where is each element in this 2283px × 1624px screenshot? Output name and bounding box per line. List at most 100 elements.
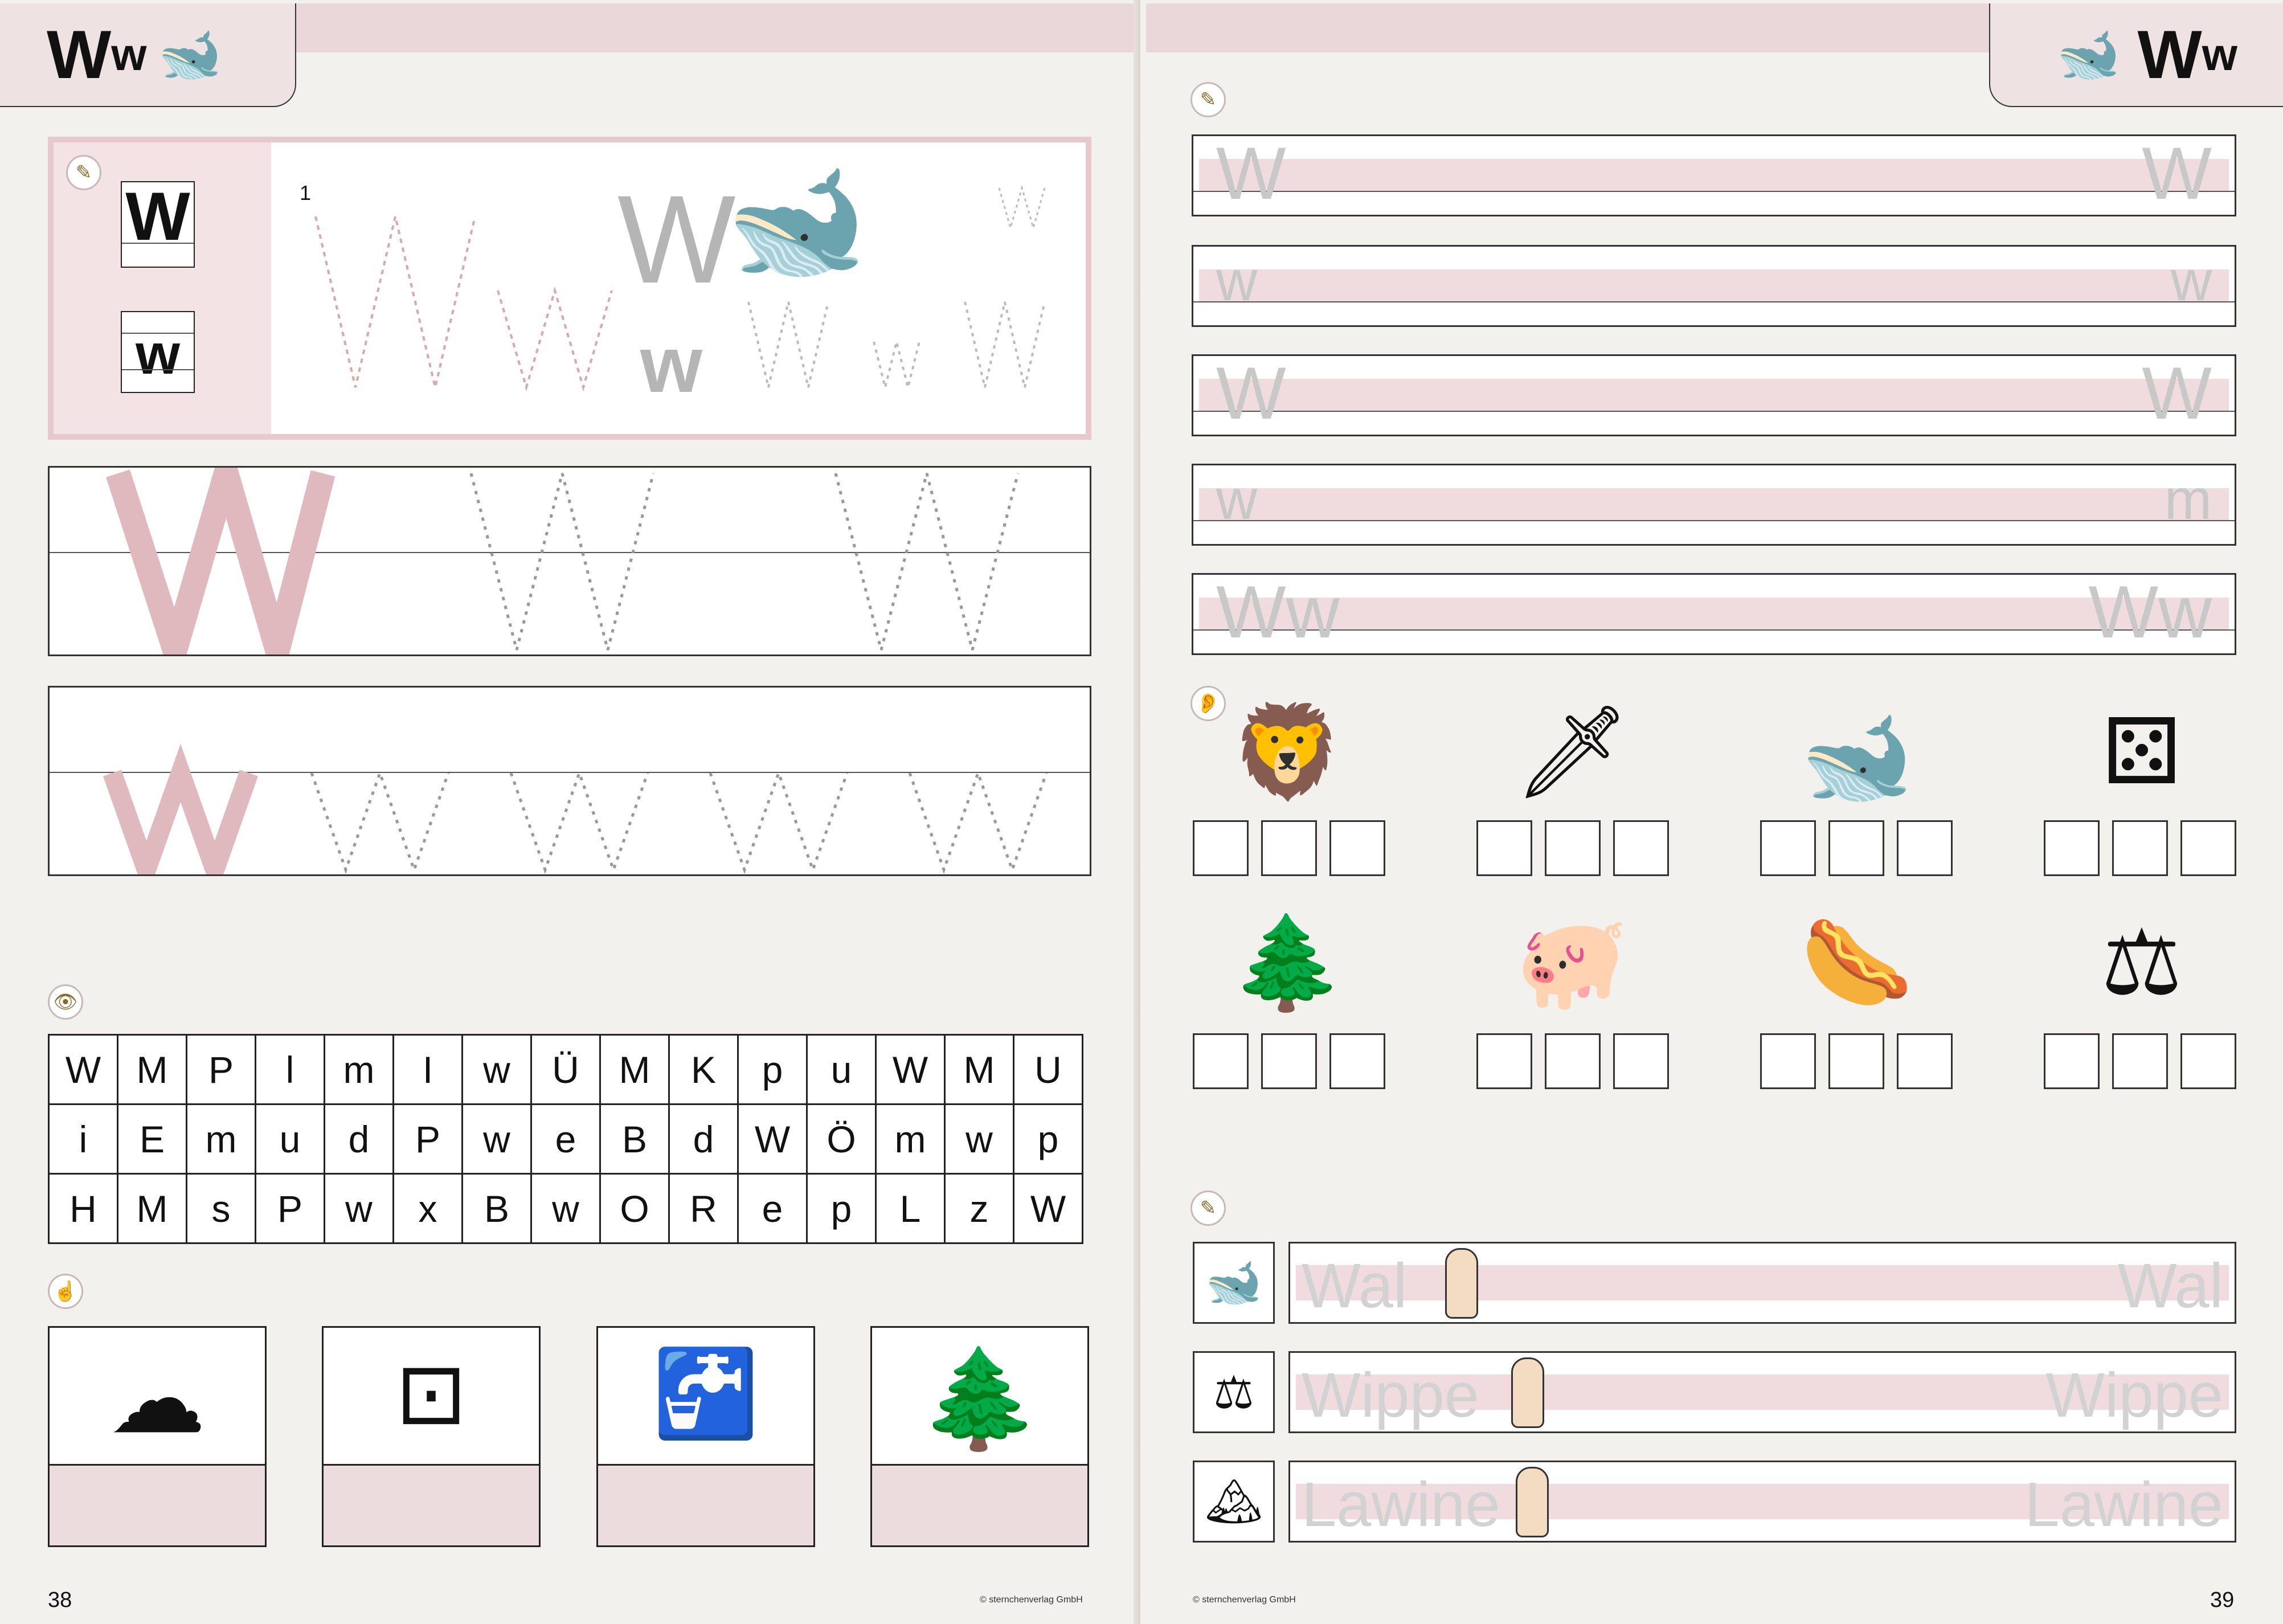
letter-cell[interactable]: W	[875, 1034, 946, 1105]
sound-box[interactable]	[1828, 1033, 1884, 1089]
sound-box[interactable]	[2180, 820, 2236, 876]
letter-cell[interactable]: P	[186, 1034, 256, 1105]
sound-box[interactable]	[2044, 1033, 2100, 1089]
letter-cell[interactable]: p	[737, 1034, 808, 1105]
writing-line[interactable]: Ww Ww	[1192, 573, 2236, 655]
letter-cell[interactable]: w	[944, 1103, 1014, 1175]
sound-box[interactable]	[1613, 1033, 1669, 1089]
letter-cell[interactable]: m	[875, 1103, 946, 1175]
answer-area[interactable]	[872, 1464, 1087, 1545]
sound-box[interactable]	[1897, 820, 1953, 876]
letter-grid-row: WMPlmIwÜMKpuWMU	[48, 1034, 1083, 1105]
letter-grid-row: HMsPwxBwORepLzW	[48, 1173, 1083, 1244]
sound-box[interactable]	[2112, 820, 2168, 876]
header-tab: W w 🐋	[0, 3, 296, 107]
letter-cell[interactable]: K	[668, 1034, 739, 1105]
letter-cell[interactable]: E	[117, 1103, 187, 1175]
picture-card[interactable]: 🌲	[870, 1326, 1089, 1547]
word-writing-line[interactable]: Wal Wal	[1288, 1242, 2236, 1324]
writing-line[interactable]: W W	[1192, 354, 2236, 436]
sound-box[interactable]	[1261, 820, 1317, 876]
sound-box[interactable]	[1897, 1033, 1953, 1089]
letter-cell[interactable]: w	[461, 1034, 532, 1105]
letter-cell[interactable]: z	[944, 1173, 1014, 1244]
letter-cell[interactable]: Ö	[806, 1103, 877, 1175]
letter-cell[interactable]: m	[324, 1034, 394, 1105]
letter-cell[interactable]: L	[875, 1173, 946, 1244]
trace-word: Lawine	[2024, 1470, 2223, 1540]
letter-cell[interactable]: M	[944, 1034, 1014, 1105]
sound-box[interactable]	[2112, 1033, 2168, 1089]
letter-cell[interactable]: e	[737, 1173, 808, 1244]
lower-letter: w	[136, 322, 180, 386]
answer-area[interactable]	[598, 1464, 813, 1545]
writing-line[interactable]: w w	[1192, 245, 2236, 327]
letter-cell[interactable]: M	[599, 1034, 670, 1105]
letter-cell[interactable]: x	[392, 1173, 463, 1244]
sound-box[interactable]	[1329, 1033, 1385, 1089]
letter-cell[interactable]: B	[599, 1103, 670, 1175]
letter-cell[interactable]: m	[186, 1103, 256, 1175]
letter-cell[interactable]: l	[255, 1034, 325, 1105]
sound-box[interactable]	[1760, 1033, 1816, 1089]
letter-cell[interactable]: d	[324, 1103, 394, 1175]
letter-cell[interactable]: p	[806, 1173, 877, 1244]
header-letter-lower: w	[111, 29, 147, 80]
avalanche-icon: 🏔	[1193, 1461, 1275, 1543]
letter-cell[interactable]: I	[392, 1034, 463, 1105]
letter-cell[interactable]: R	[668, 1173, 739, 1244]
letter-cell[interactable]: u	[255, 1103, 325, 1175]
seesaw-icon: ⚖	[1193, 1351, 1275, 1433]
letter-cell[interactable]: W	[48, 1034, 118, 1105]
sound-box[interactable]	[1613, 820, 1669, 876]
sound-box[interactable]	[1828, 820, 1884, 876]
letter-cell[interactable]: s	[186, 1173, 256, 1244]
sound-box[interactable]	[1545, 1033, 1601, 1089]
letter-cell[interactable]: O	[599, 1173, 670, 1244]
sound-box[interactable]	[1193, 1033, 1249, 1089]
tracing-paths	[106, 468, 1020, 654]
letter-cell[interactable]: W	[1013, 1173, 1083, 1244]
letter-cell[interactable]: w	[530, 1173, 601, 1244]
letter-cell[interactable]: Ü	[530, 1034, 601, 1105]
letter-cell[interactable]: W	[737, 1103, 808, 1175]
sound-box[interactable]	[1193, 820, 1249, 876]
left-page: W w 🐋 ✎ W w 1 W w 🐋 👁 W M P l m I w Ü M …	[0, 0, 1138, 1624]
sound-box[interactable]	[1261, 1033, 1317, 1089]
letter-cell[interactable]: P	[392, 1103, 463, 1175]
sound-box[interactable]	[1476, 1033, 1532, 1089]
letter-cell[interactable]: i	[48, 1103, 118, 1175]
writing-line[interactable]: w m	[1192, 464, 2236, 546]
sound-box[interactable]	[1329, 820, 1385, 876]
pencil-icon: ✎	[1190, 1191, 1226, 1226]
sound-box[interactable]	[1545, 820, 1601, 876]
picture-card[interactable]: ☁	[48, 1326, 267, 1547]
letter-cell[interactable]: U	[1013, 1034, 1083, 1105]
letter-cell[interactable]: e	[530, 1103, 601, 1175]
letter-cell[interactable]: u	[806, 1034, 877, 1105]
letter-cell[interactable]: d	[668, 1103, 739, 1175]
sound-box[interactable]	[2044, 820, 2100, 876]
sound-box[interactable]	[2180, 1033, 2236, 1089]
picture-card[interactable]: 🚰	[596, 1326, 815, 1547]
dotted-letter-demo	[314, 216, 613, 392]
tracing-strip-lower[interactable]	[48, 686, 1091, 876]
word-writing-line[interactable]: Wippe Wippe	[1288, 1351, 2236, 1433]
letter-cell[interactable]: p	[1013, 1103, 1083, 1175]
letter-cell[interactable]: w	[324, 1173, 394, 1244]
letter-cell[interactable]: P	[255, 1173, 325, 1244]
letter-cell[interactable]: M	[117, 1034, 187, 1105]
tracing-strip-upper[interactable]	[48, 466, 1091, 656]
trace-letter: W	[1216, 132, 1286, 215]
writing-line[interactable]: W W	[1192, 134, 2236, 216]
sound-box[interactable]	[1760, 820, 1816, 876]
answer-area[interactable]	[50, 1464, 265, 1545]
answer-area[interactable]	[324, 1464, 539, 1545]
letter-cell[interactable]: H	[48, 1173, 118, 1244]
letter-cell[interactable]: w	[461, 1103, 532, 1175]
word-writing-line[interactable]: Lawine Lawine	[1288, 1461, 2236, 1543]
sound-box[interactable]	[1476, 820, 1532, 876]
letter-cell[interactable]: M	[117, 1173, 187, 1244]
letter-cell[interactable]: B	[461, 1173, 532, 1244]
picture-card[interactable]: ⊡	[322, 1326, 541, 1547]
